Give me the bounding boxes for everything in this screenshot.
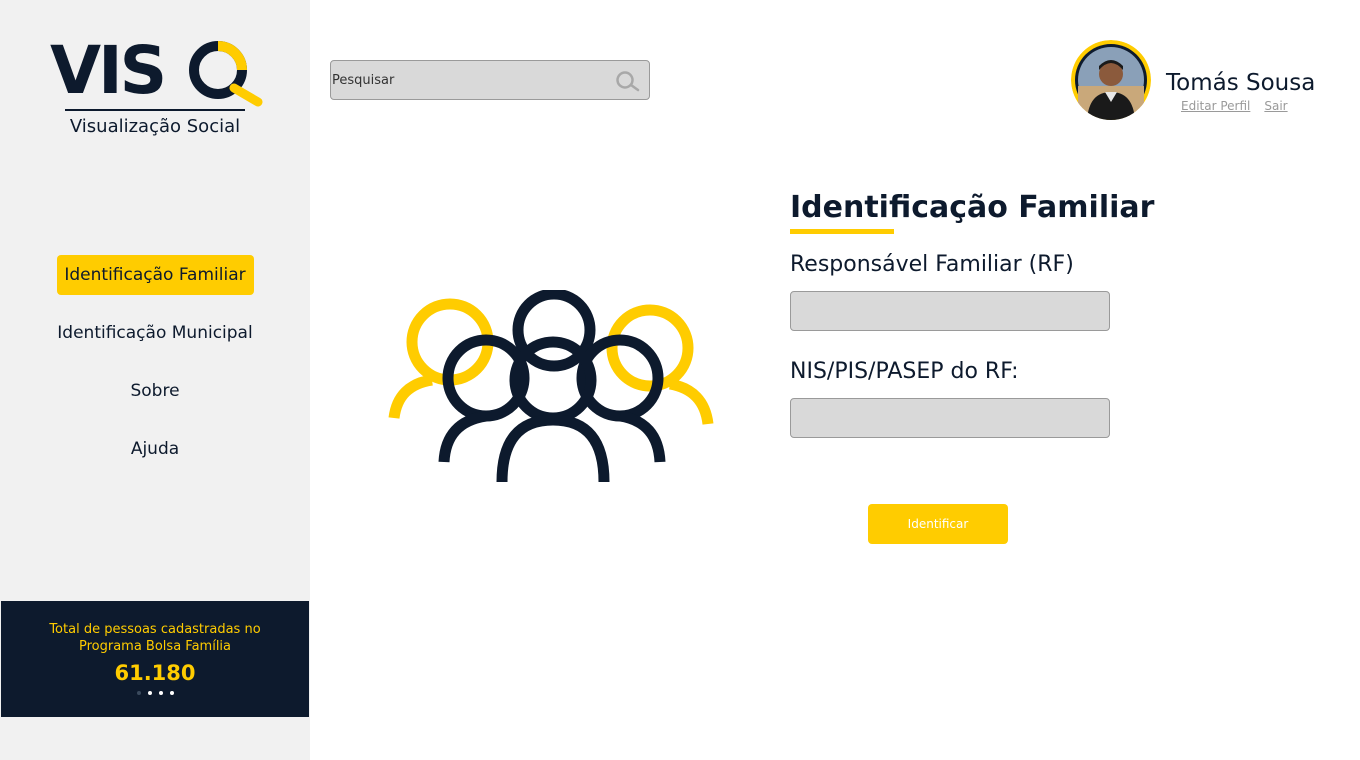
carousel-dot[interactable] xyxy=(147,691,152,695)
user-links: Editar Perfil Sair xyxy=(1181,99,1302,113)
search-bar xyxy=(330,60,650,100)
logo-text: VIS xyxy=(50,32,167,109)
logo-divider xyxy=(65,109,245,111)
carousel-dot[interactable] xyxy=(158,691,163,695)
title-underline xyxy=(790,229,894,234)
stats-value: 61.180 xyxy=(114,661,196,685)
carousel-dot[interactable] xyxy=(169,691,174,695)
sidebar: VIS Visualização Social Identificação Fa… xyxy=(0,0,310,760)
people-group-icon xyxy=(388,290,714,482)
sidebar-item-identificacao-familiar[interactable]: Identificação Familiar xyxy=(56,255,254,295)
nis-field[interactable] xyxy=(790,398,1110,438)
user-profile: Tomás Sousa Editar Perfil Sair xyxy=(1071,40,1331,120)
user-name: Tomás Sousa xyxy=(1166,70,1316,96)
identification-form: Identificação Familiar Responsável Famil… xyxy=(790,190,1155,438)
edit-profile-link[interactable]: Editar Perfil xyxy=(1181,99,1250,113)
magnifier-q-icon xyxy=(189,41,263,107)
carousel-dots xyxy=(1,691,309,695)
stats-panel: Total de pessoas cadastradas no Programa… xyxy=(1,601,309,717)
avatar[interactable] xyxy=(1071,40,1151,120)
page-title: Identificação Familiar xyxy=(790,190,1155,225)
carousel-dot[interactable] xyxy=(136,691,141,695)
logo-subtitle: Visualização Social xyxy=(69,116,241,137)
sidebar-item-identificacao-municipal[interactable]: Identificação Municipal xyxy=(45,313,265,353)
sidebar-nav: Identificação Familiar Identificação Mun… xyxy=(0,255,310,487)
rf-field[interactable] xyxy=(790,291,1110,331)
logo[interactable]: VIS Visualização Social xyxy=(50,36,265,146)
search-input[interactable] xyxy=(332,61,602,99)
identify-button[interactable]: Identificar xyxy=(868,504,1008,544)
logout-link[interactable]: Sair xyxy=(1264,99,1287,113)
search-icon[interactable] xyxy=(615,70,641,92)
sidebar-item-ajuda[interactable]: Ajuda xyxy=(45,429,265,469)
nis-label: NIS/PIS/PASEP do RF: xyxy=(790,359,1019,384)
sidebar-item-sobre[interactable]: Sobre xyxy=(45,371,265,411)
stats-label: Total de pessoas cadastradas no Programa… xyxy=(49,622,261,654)
rf-label: Responsável Familiar (RF) xyxy=(790,252,1074,277)
